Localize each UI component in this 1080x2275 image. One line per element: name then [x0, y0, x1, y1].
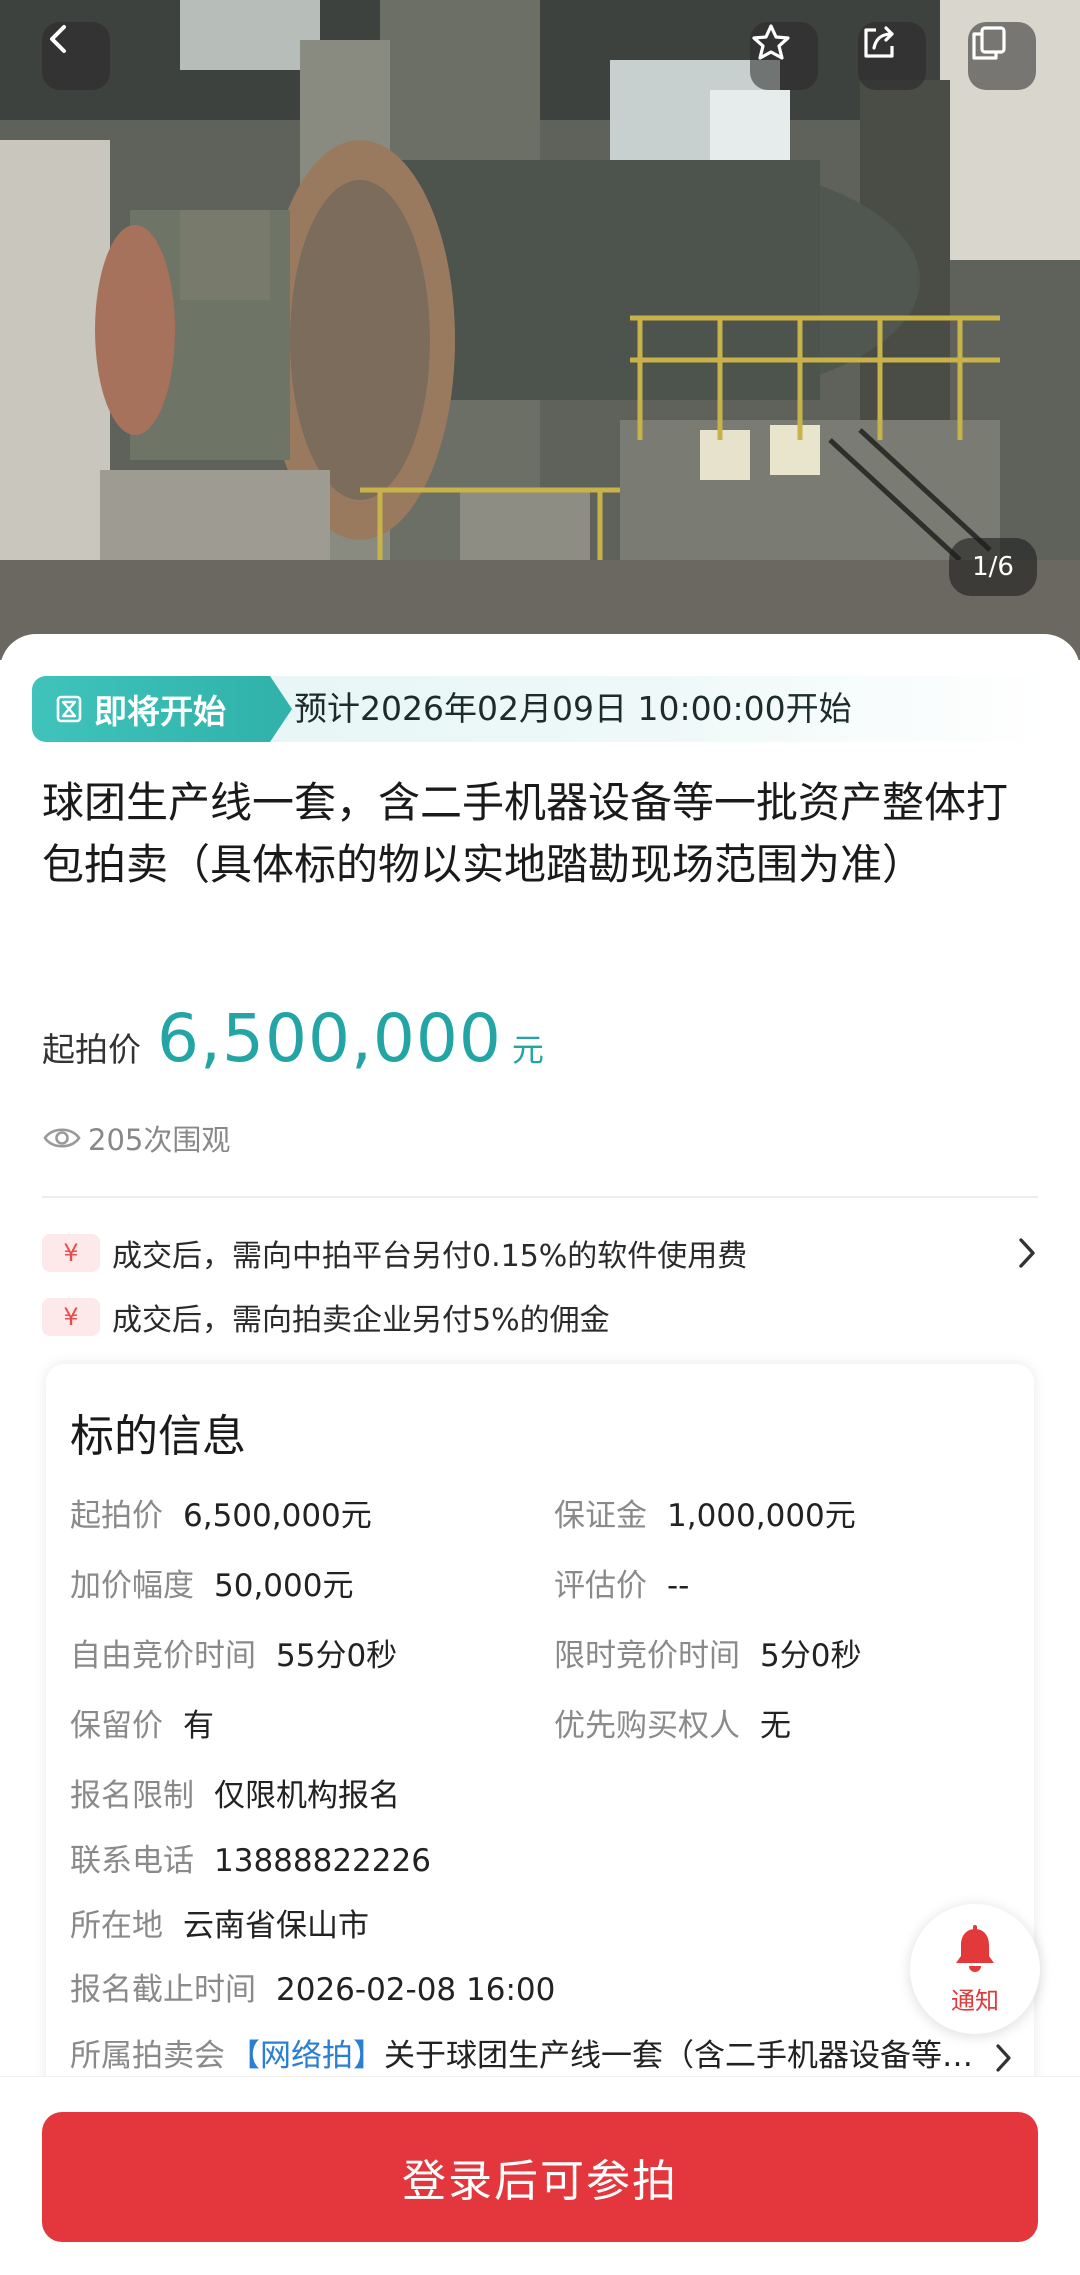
yen-icon: ¥: [42, 1234, 100, 1272]
eye-icon: [42, 1123, 82, 1153]
info-title: 标的信息: [70, 1411, 246, 1462]
image-counter: 1/6: [949, 538, 1037, 596]
factory-photo: [0, 0, 1080, 660]
info-appraisal: 评估价 --: [554, 1568, 690, 1604]
lot-title: 球团生产线一套，含二手机器设备等一批资产整体打包拍卖（具体标的物以实地踏勘现场范…: [42, 778, 1009, 889]
info-limit-bid-time: 限时竞价时间 5分0秒: [554, 1638, 862, 1674]
lot-detail-card: 即将开始 预计2026年02月09日 10:00:00开始 球团生产线一套，含二…: [0, 634, 1080, 2274]
info-free-bid-time: 自由竞价时间 55分0秒: [70, 1638, 398, 1674]
hourglass-icon: [54, 694, 84, 724]
chevron-right-icon[interactable]: [994, 2042, 1014, 2078]
info-priority-buyer: 优先购买权人无: [554, 1708, 791, 1744]
status-label: 即将开始: [94, 692, 226, 731]
price-unit: 元: [511, 1031, 544, 1069]
fee-text: 成交后，需向拍卖企业另付5%的佣金: [112, 1303, 610, 1338]
view-count-text: 205次围观: [88, 1123, 231, 1157]
status-badge: 即将开始: [32, 676, 292, 742]
price-label: 起拍价: [42, 1030, 141, 1069]
hero-image[interactable]: 1/6: [0, 0, 1080, 660]
bottom-action-bar: 登录后可参拍: [0, 2076, 1080, 2275]
fee-item-commission: ¥ 成交后，需向拍卖企业另付5%的佣金: [42, 1296, 1038, 1338]
copy-icon: [972, 26, 1006, 60]
copy-button[interactable]: [968, 22, 1036, 90]
auction-status-row: 即将开始 预计2026年02月09日 10:00:00开始: [32, 676, 1048, 742]
favorite-button[interactable]: [750, 22, 818, 90]
info-increment: 加价幅度 50,000元: [70, 1568, 354, 1604]
notify-label: 通知: [951, 1986, 999, 2015]
bell-icon: [956, 1924, 994, 1972]
info-registration-limit: 报名限制 仅限机构报名: [70, 1778, 400, 1814]
chevron-right-icon: [1016, 1232, 1038, 1274]
info-phone[interactable]: 联系电话 13888822226: [70, 1835, 431, 1880]
yen-icon: ¥: [42, 1298, 100, 1336]
start-time-text: 预计2026年02月09日 10:00:00开始: [294, 689, 852, 728]
share-icon: [864, 26, 894, 58]
fee-text: 成交后，需向中拍平台另付0.15%的软件使用费: [112, 1239, 748, 1274]
start-price: 起拍价 6,500,000 元: [42, 1000, 544, 1090]
share-button[interactable]: [858, 22, 926, 90]
back-arrow-icon: [50, 25, 66, 53]
info-start-price: 起拍价 6,500,000元: [70, 1498, 372, 1534]
star-icon: [752, 24, 790, 60]
view-count: 205次围观: [42, 1118, 230, 1158]
fee-item-platform[interactable]: ¥ 成交后，需向中拍平台另付0.15%的软件使用费: [42, 1232, 1038, 1274]
info-deposit: 保证金 1,000,000元: [554, 1498, 856, 1534]
info-deadline: 报名截止时间 2026-02-08 16:00: [70, 1972, 556, 2008]
info-reserve-price: 保留价有: [70, 1708, 214, 1744]
info-location: 所在地 云南省保山市: [70, 1908, 369, 1944]
divider: [42, 1196, 1038, 1198]
lot-info-panel: 标的信息 起拍价 6,500,000元 保证金 1,000,000元 加价幅度 50,…: [46, 1364, 1034, 2124]
login-to-bid-button[interactable]: 登录后可参拍: [42, 2112, 1038, 2242]
back-button[interactable]: [42, 22, 110, 90]
notify-button[interactable]: 通知: [910, 1904, 1040, 2034]
price-value: 6,500,000: [157, 1000, 502, 1077]
info-auction-session[interactable]: 所属拍卖会 【网络拍】关于球团生产线一套（含二手机器设备等…: [70, 2030, 973, 2075]
